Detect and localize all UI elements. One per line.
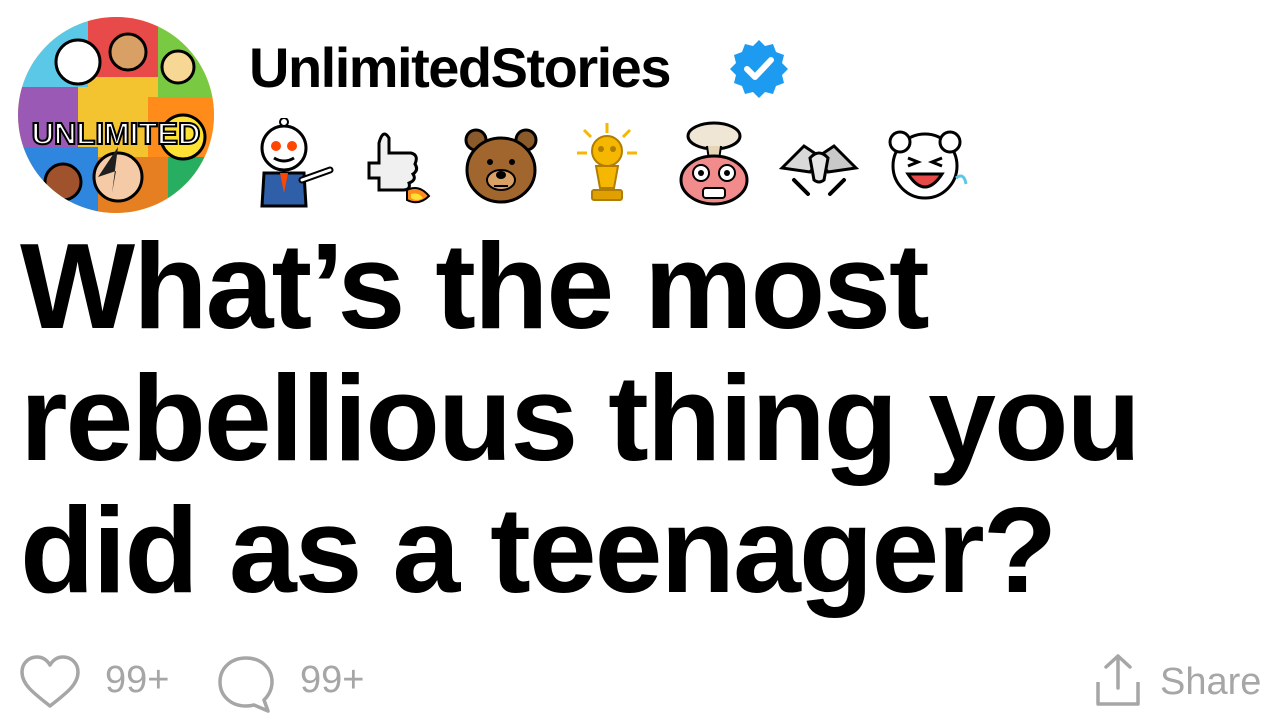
post-title: What’s the most rebellious thing you did…	[20, 218, 1141, 618]
post-actions-bar: 99+ 99+ Share	[0, 640, 1280, 720]
username[interactable]: UnlimitedStories	[249, 36, 671, 100]
avatar-label: UNLIMITED	[32, 116, 201, 151]
avatar[interactable]: UNLIMITED	[18, 17, 214, 213]
comment-count: 99+	[300, 659, 365, 701]
like-count: 99+	[105, 659, 170, 701]
comment-icon[interactable]	[216, 654, 276, 714]
gold-trophy-award-icon[interactable]	[562, 118, 652, 208]
share-icon[interactable]	[1092, 652, 1144, 708]
laughing-award-icon[interactable]	[880, 118, 970, 208]
share-button[interactable]: Share	[1160, 660, 1261, 704]
pointing-award-icon[interactable]	[244, 118, 334, 208]
thumbs-up-rocket-award-icon[interactable]	[349, 118, 439, 208]
handshake-award-icon[interactable]	[774, 118, 864, 208]
bear-award-icon[interactable]	[456, 118, 546, 208]
mind-blown-award-icon[interactable]	[669, 118, 759, 208]
heart-icon[interactable]	[18, 654, 82, 710]
verified-badge-icon	[728, 38, 790, 100]
awards-row	[244, 118, 984, 208]
